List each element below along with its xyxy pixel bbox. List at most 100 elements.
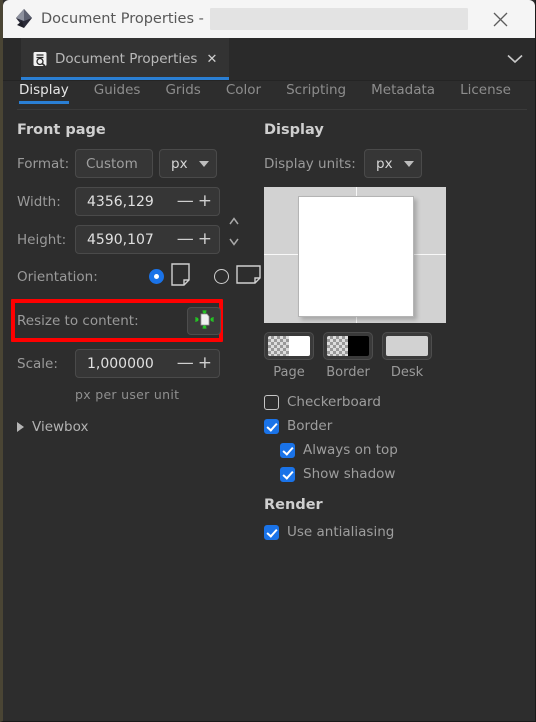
checkbox-row-checkerboard[interactable]: Checkerboard [264, 394, 535, 410]
checker-pattern [327, 336, 348, 356]
close-icon[interactable]: ✕ [204, 52, 219, 66]
tab-grids[interactable]: Grids [165, 81, 200, 104]
swatch-label-border: Border [326, 365, 370, 380]
swatch-page: Page [264, 332, 314, 380]
orientation-landscape-radio[interactable] [214, 269, 229, 284]
tab-document-properties[interactable]: Document Properties ✕ [21, 38, 230, 80]
tabstrip-spacer [229, 38, 495, 80]
scale-increment-button[interactable]: + [196, 355, 214, 372]
orientation-portrait-radio[interactable] [149, 269, 164, 284]
format-label: Format: [17, 155, 70, 172]
tab-guides[interactable]: Guides [94, 81, 141, 104]
display-tab-content: Front page Format: Custom px Width: 4356… [3, 110, 535, 540]
preview-page [298, 196, 414, 317]
section-tabs: Display Guides Grids Color Scripting Met… [3, 81, 535, 110]
checkbox-row-show-shadow[interactable]: Show shadow [280, 466, 535, 482]
swatch-desk: Desk [382, 332, 432, 380]
show-shadow-checkbox[interactable] [280, 466, 295, 482]
color-swatches: Page Border Desk [264, 332, 535, 380]
orientation-label: Orientation: [17, 268, 98, 285]
checkerboard-label: Checkerboard [287, 394, 381, 410]
width-label: Width: [17, 193, 61, 210]
tabstrip-left-pad [3, 38, 21, 80]
window-title: Document Properties - [41, 11, 204, 27]
render-heading: Render [264, 497, 323, 513]
resize-page-to-content-icon [194, 309, 214, 333]
width-value: 4356,129 [87, 193, 154, 210]
scale-label: Scale: [17, 355, 58, 372]
orientation-row: Orientation: [17, 263, 261, 290]
border-color-fill [348, 336, 369, 356]
page-portrait-icon[interactable] [171, 263, 190, 290]
chevron-down-icon[interactable] [495, 38, 535, 80]
tab-color[interactable]: Color [226, 81, 261, 104]
width-decrement-button[interactable]: — [175, 193, 196, 210]
triangle-right-icon [17, 422, 24, 432]
checker-pattern [268, 336, 289, 356]
scale-input[interactable]: 1,000000 — + [75, 349, 220, 378]
document-properties-window: Document Properties - Document Propertie… [0, 0, 536, 722]
format-unit-value: px [171, 155, 188, 172]
height-increment-button[interactable]: + [196, 231, 214, 248]
height-label: Height: [17, 231, 67, 248]
use-antialiasing-checkbox[interactable] [264, 524, 279, 540]
resize-page-to-content-button[interactable] [187, 307, 221, 335]
page-color-fill [289, 336, 310, 356]
width-input[interactable]: 4356,129 — + [75, 187, 220, 216]
scale-value: 1,000000 [87, 355, 154, 372]
display-column: Display Display units: px Page Border De… [255, 120, 535, 540]
title-filename-field [209, 8, 468, 30]
chevron-down-icon [403, 160, 414, 167]
page-landscape-icon[interactable] [236, 265, 261, 288]
window-titlebar: Document Properties - [3, 0, 535, 38]
height-input[interactable]: 4590,107 — + [75, 225, 220, 254]
desk-color-fill [386, 336, 428, 356]
inkscape-logo-icon [13, 8, 35, 30]
page-color-button[interactable] [264, 332, 314, 360]
use-antialiasing-label: Use antialiasing [287, 524, 395, 540]
display-units-select[interactable]: px [364, 149, 422, 178]
border-color-button[interactable] [323, 332, 373, 360]
format-unit-select[interactable]: px [159, 149, 217, 178]
checkbox-row-use-antialiasing[interactable]: Use antialiasing [264, 524, 535, 540]
dock-tabstrip: Document Properties ✕ [3, 38, 535, 81]
swatch-label-desk: Desk [390, 365, 424, 380]
width-increment-button[interactable]: + [196, 193, 214, 210]
tab-license[interactable]: License [460, 81, 511, 104]
scale-decrement-button[interactable]: — [175, 355, 196, 372]
display-units-value: px [376, 155, 393, 172]
tab-scripting[interactable]: Scripting [286, 81, 346, 104]
viewbox-label: Viewbox [32, 419, 89, 435]
desk-color-button[interactable] [382, 332, 432, 360]
front-page-heading: Front page [17, 122, 106, 138]
swatch-label-page: Page [273, 365, 305, 380]
format-row: Format: Custom px [17, 149, 255, 178]
scale-stepper[interactable]: — + [175, 355, 219, 372]
border-label: Border [287, 418, 333, 434]
checkerboard-checkbox[interactable] [264, 394, 279, 410]
viewbox-expander[interactable]: Viewbox [17, 419, 255, 435]
display-units-row: Display units: px [264, 149, 535, 178]
height-stepper[interactable]: — + [175, 231, 219, 248]
link-dimensions-icon[interactable] [227, 215, 241, 249]
always-on-top-checkbox[interactable] [280, 442, 295, 458]
checkbox-row-border[interactable]: Border [264, 418, 535, 434]
width-row: Width: 4356,129 — + [17, 187, 255, 216]
height-value: 4590,107 [87, 231, 154, 248]
width-stepper[interactable]: — + [175, 193, 219, 210]
show-shadow-label: Show shadow [303, 466, 396, 482]
checkbox-row-always-on-top[interactable]: Always on top [280, 442, 535, 458]
height-row: Height: 4590,107 — + [17, 225, 255, 254]
scale-hint: px per user unit [75, 387, 180, 402]
display-heading: Display [264, 122, 324, 138]
resize-to-content-label: Resize to content: [17, 313, 139, 329]
format-select[interactable]: Custom [75, 149, 153, 178]
height-decrement-button[interactable]: — [175, 231, 196, 248]
resize-to-content-controls: Resize to content: [17, 307, 221, 335]
close-icon[interactable] [478, 0, 524, 38]
border-checkbox[interactable] [264, 418, 279, 434]
display-units-label: Display units: [264, 155, 356, 172]
tab-metadata[interactable]: Metadata [371, 81, 435, 104]
orientation-options [149, 263, 261, 290]
tab-display[interactable]: Display [19, 81, 69, 104]
